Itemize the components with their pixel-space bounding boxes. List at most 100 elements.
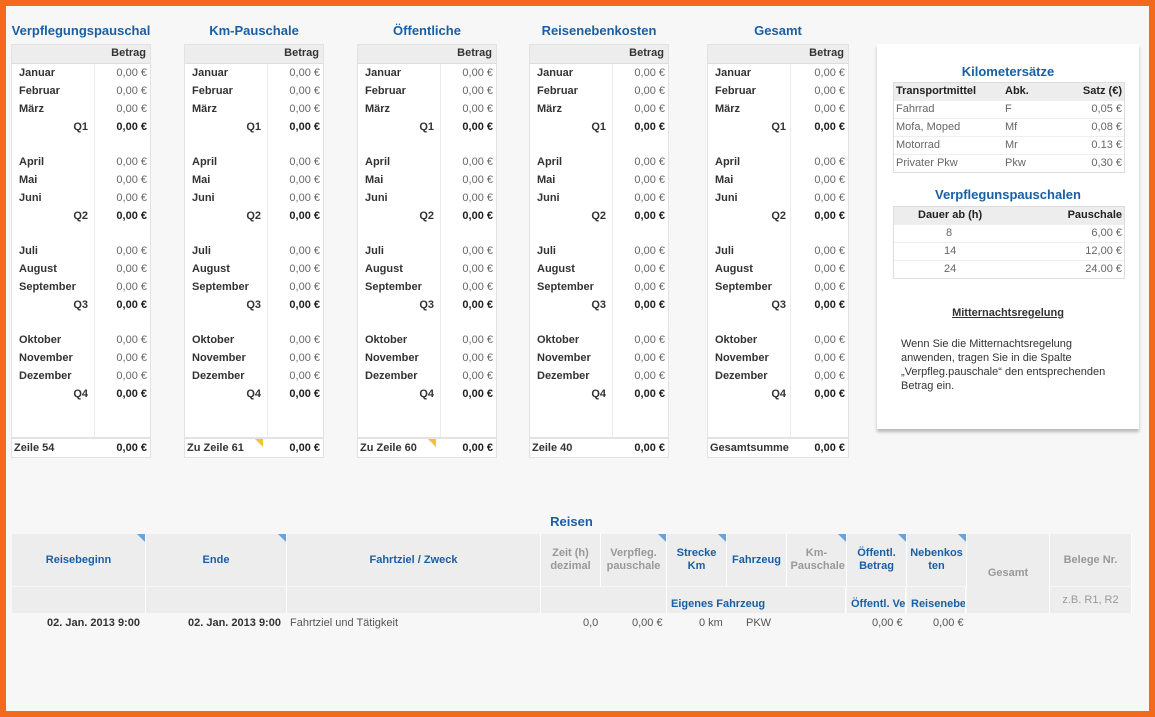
month-row[interactable]: Februar 0,00 € <box>185 82 323 100</box>
header-km-pauschale[interactable]: Km-Pauschale <box>787 534 847 586</box>
month-row[interactable]: September 0,00 € <box>185 278 323 296</box>
header-gesamt[interactable]: Gesamt <box>967 534 1050 613</box>
table-footer[interactable]: Gesamtsumme 0,00 € <box>707 438 849 458</box>
cell-fahrzeug[interactable]: PKW <box>746 617 771 629</box>
verpflegung-row[interactable]: 8 6,00 € <box>894 224 1124 242</box>
quarter-total-row[interactable]: Q2 0,00 € <box>530 207 668 225</box>
cell-nebenkosten[interactable]: 0,00 € <box>933 617 964 629</box>
quarter-total-row[interactable]: Q2 0,00 € <box>708 207 848 225</box>
quarter-total-row[interactable]: Q1 0,00 € <box>358 118 496 136</box>
month-row[interactable]: Oktober 0,00 € <box>185 331 323 349</box>
quarter-total-row[interactable]: Q4 0,00 € <box>708 385 848 403</box>
month-row[interactable]: März 0,00 € <box>185 100 323 118</box>
header-strecke[interactable]: Strecke Km <box>667 534 727 586</box>
kilometer-row[interactable]: Mofa, Moped Mf 0,08 € <box>894 118 1124 136</box>
month-row[interactable]: März 0,00 € <box>12 100 150 118</box>
cell-ende[interactable]: 02. Jan. 2013 9:00 <box>188 617 281 629</box>
cell-strecke[interactable]: 0 km <box>699 617 723 629</box>
quarter-total-row[interactable]: Q1 0,00 € <box>530 118 668 136</box>
header-reisebeginn[interactable]: Reisebeginn <box>12 534 146 586</box>
kilometer-row[interactable]: Fahrrad F 0,05 € <box>894 100 1124 118</box>
month-row[interactable]: Juli 0,00 € <box>358 242 496 260</box>
verpflegung-row[interactable]: 14 12,00 € <box>894 242 1124 260</box>
month-row[interactable]: März 0,00 € <box>358 100 496 118</box>
month-row[interactable]: April 0,00 € <box>530 153 668 171</box>
month-row[interactable]: Juli 0,00 € <box>708 242 848 260</box>
month-row[interactable]: April 0,00 € <box>708 153 848 171</box>
month-row[interactable]: September 0,00 € <box>530 278 668 296</box>
kilometer-row[interactable]: Motorrad Mr 0.13 € <box>894 136 1124 154</box>
table-footer[interactable]: Zu Zeile 60 0,00 € <box>357 438 497 458</box>
month-row[interactable]: April 0,00 € <box>185 153 323 171</box>
month-row[interactable]: November 0,00 € <box>185 349 323 367</box>
header-zeit[interactable]: Zeit (h) dezimal <box>541 534 601 586</box>
month-row[interactable]: August 0,00 € <box>708 260 848 278</box>
month-row[interactable]: August 0,00 € <box>358 260 496 278</box>
quarter-total-row[interactable]: Q2 0,00 € <box>358 207 496 225</box>
month-row[interactable]: August 0,00 € <box>185 260 323 278</box>
month-row[interactable]: April 0,00 € <box>358 153 496 171</box>
month-row[interactable]: Dezember 0,00 € <box>12 367 150 385</box>
month-row[interactable]: Dezember 0,00 € <box>530 367 668 385</box>
month-row[interactable]: Juni 0,00 € <box>185 189 323 207</box>
month-row[interactable]: Mai 0,00 € <box>12 171 150 189</box>
header-oeffentl[interactable]: Öffentl. Betrag <box>847 534 907 586</box>
cell-oeffentl[interactable]: 0,00 € <box>872 617 903 629</box>
month-row[interactable]: Juni 0,00 € <box>358 189 496 207</box>
month-row[interactable]: Juni 0,00 € <box>708 189 848 207</box>
table-footer[interactable]: Zeile 54 0,00 € <box>11 438 151 458</box>
quarter-total-row[interactable]: Q4 0,00 € <box>185 385 323 403</box>
quarter-total-row[interactable]: Q2 0,00 € <box>12 207 150 225</box>
header-belege[interactable]: Belege Nr. <box>1050 534 1132 586</box>
header-verpfleg[interactable]: Verpfleg. pauschale <box>601 534 667 586</box>
table-footer[interactable]: Zeile 40 0,00 € <box>529 438 669 458</box>
header-fahrzeug[interactable]: Fahrzeug <box>727 534 787 586</box>
cell-zeit[interactable]: 0,0 <box>583 617 598 629</box>
month-row[interactable]: Februar 0,00 € <box>12 82 150 100</box>
month-row[interactable]: Mai 0,00 € <box>530 171 668 189</box>
header-nebenkosten[interactable]: Nebenkos ten <box>907 534 967 586</box>
month-row[interactable]: April 0,00 € <box>12 153 150 171</box>
month-row[interactable]: Februar 0,00 € <box>358 82 496 100</box>
month-row[interactable]: September 0,00 € <box>708 278 848 296</box>
month-row[interactable]: Januar 0,00 € <box>708 64 848 82</box>
month-row[interactable]: Juni 0,00 € <box>530 189 668 207</box>
month-row[interactable]: Januar 0,00 € <box>12 64 150 82</box>
month-row[interactable]: Oktober 0,00 € <box>708 331 848 349</box>
table-footer[interactable]: Zu Zeile 61 0,00 € <box>184 438 324 458</box>
month-row[interactable]: Februar 0,00 € <box>708 82 848 100</box>
quarter-total-row[interactable]: Q3 0,00 € <box>185 296 323 314</box>
kilometer-row[interactable]: Privater Pkw Pkw 0,30 € <box>894 154 1124 172</box>
month-row[interactable]: Dezember 0,00 € <box>708 367 848 385</box>
verpflegung-row[interactable]: 24 24.00 € <box>894 260 1124 278</box>
header-fahrtziel[interactable]: Fahrtziel / Zweck <box>287 534 541 586</box>
month-row[interactable]: August 0,00 € <box>12 260 150 278</box>
quarter-total-row[interactable]: Q4 0,00 € <box>12 385 150 403</box>
month-row[interactable]: Mai 0,00 € <box>708 171 848 189</box>
month-row[interactable]: Oktober 0,00 € <box>12 331 150 349</box>
month-row[interactable]: November 0,00 € <box>530 349 668 367</box>
month-row[interactable]: Januar 0,00 € <box>358 64 496 82</box>
quarter-total-row[interactable]: Q4 0,00 € <box>358 385 496 403</box>
quarter-total-row[interactable]: Q1 0,00 € <box>12 118 150 136</box>
quarter-total-row[interactable]: Q3 0,00 € <box>12 296 150 314</box>
quarter-total-row[interactable]: Q3 0,00 € <box>358 296 496 314</box>
quarter-total-row[interactable]: Q1 0,00 € <box>185 118 323 136</box>
month-row[interactable]: März 0,00 € <box>530 100 668 118</box>
month-row[interactable]: Dezember 0,00 € <box>358 367 496 385</box>
month-row[interactable]: September 0,00 € <box>12 278 150 296</box>
month-row[interactable]: Dezember 0,00 € <box>185 367 323 385</box>
month-row[interactable]: November 0,00 € <box>358 349 496 367</box>
month-row[interactable]: Mai 0,00 € <box>358 171 496 189</box>
quarter-total-row[interactable]: Q3 0,00 € <box>708 296 848 314</box>
quarter-total-row[interactable]: Q4 0,00 € <box>530 385 668 403</box>
month-row[interactable]: Juni 0,00 € <box>12 189 150 207</box>
month-row[interactable]: Oktober 0,00 € <box>358 331 496 349</box>
month-row[interactable]: September 0,00 € <box>358 278 496 296</box>
month-row[interactable]: Oktober 0,00 € <box>530 331 668 349</box>
month-row[interactable]: März 0,00 € <box>708 100 848 118</box>
quarter-total-row[interactable]: Q3 0,00 € <box>530 296 668 314</box>
month-row[interactable]: August 0,00 € <box>530 260 668 278</box>
month-row[interactable]: Februar 0,00 € <box>530 82 668 100</box>
cell-fahrtziel[interactable]: Fahrtziel und Tätigkeit <box>290 617 398 629</box>
